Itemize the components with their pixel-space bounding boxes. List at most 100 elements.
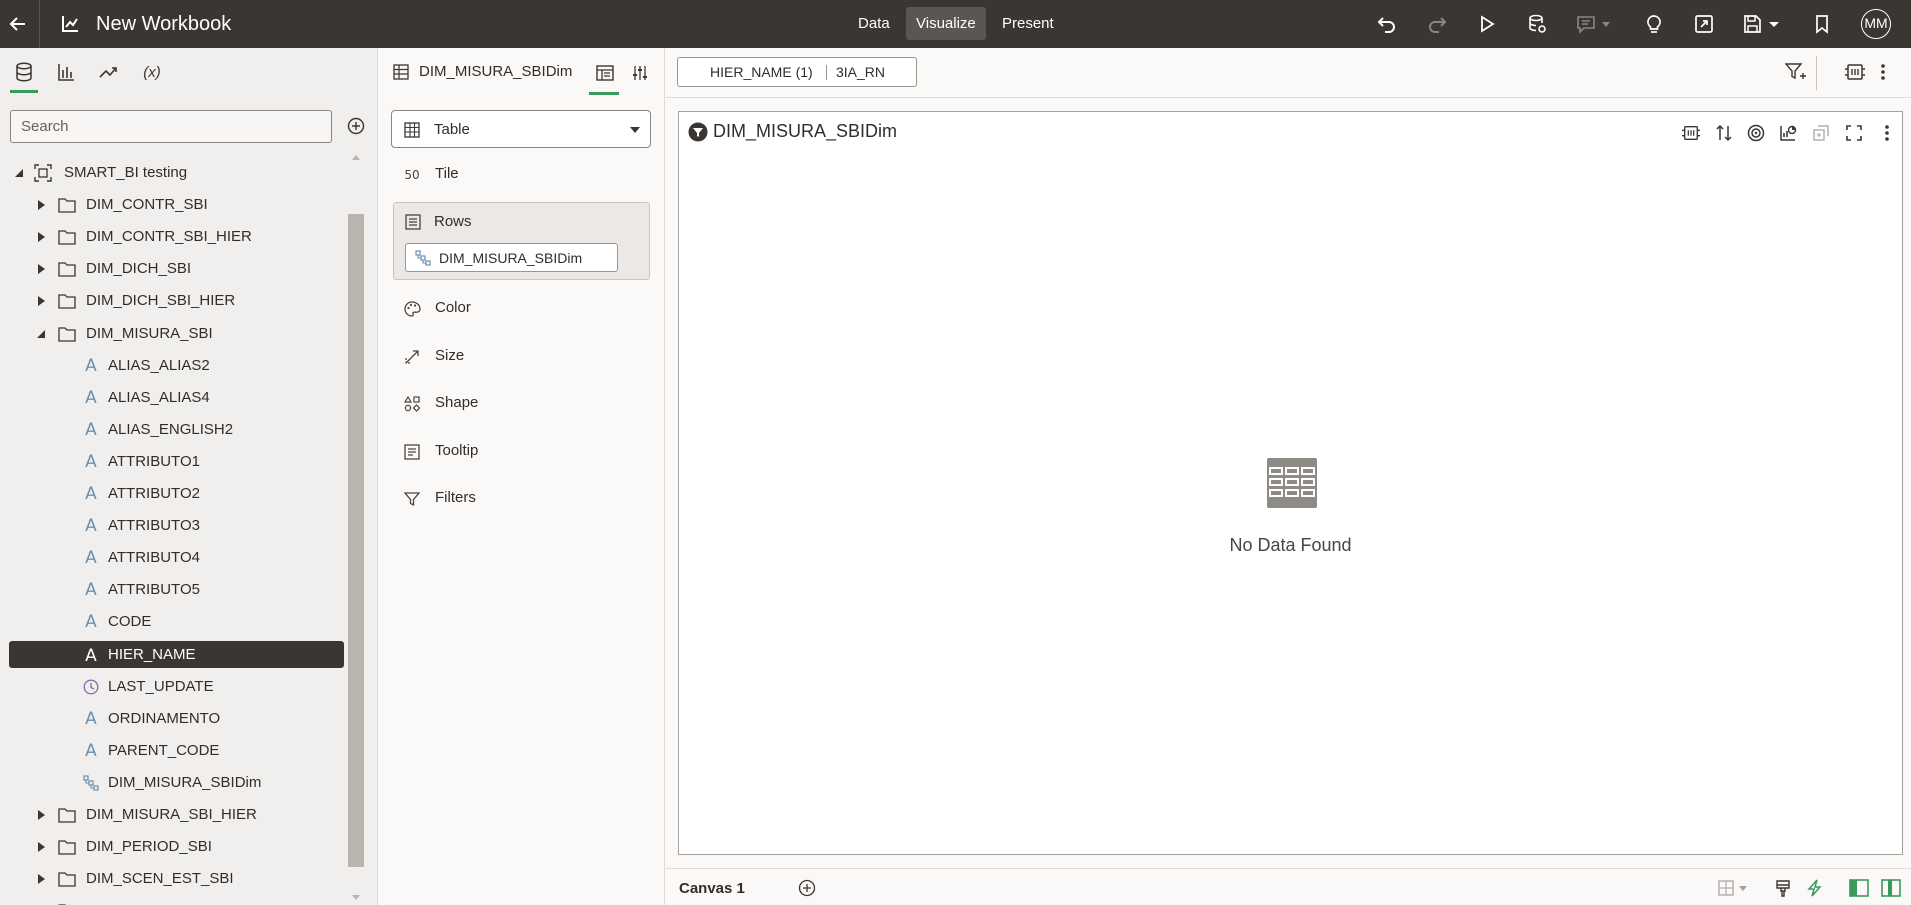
canvas-properties-icon bbox=[1845, 64, 1865, 80]
redo-button[interactable] bbox=[1423, 10, 1451, 38]
tree-item[interactable]: A ALIAS_ALIAS2 bbox=[0, 351, 346, 381]
calculations-tab[interactable]: (x) bbox=[137, 58, 167, 86]
visualization-type-select[interactable]: Table bbox=[391, 110, 651, 148]
expand-right-icon[interactable] bbox=[36, 200, 46, 210]
tree-scrollbar[interactable] bbox=[348, 214, 364, 867]
bookmark-button[interactable] bbox=[1808, 10, 1836, 38]
expand-right-icon[interactable] bbox=[36, 874, 46, 884]
mode-data-tab[interactable]: Data bbox=[848, 7, 900, 40]
grammar-color-drop-target[interactable]: Color bbox=[391, 288, 651, 328]
data-tab[interactable] bbox=[9, 58, 39, 86]
tree-item-label: DIM_DICH_SBI_HIER bbox=[86, 292, 236, 309]
tree-folder-item[interactable]: DIM_CONTR_SBI_HIER bbox=[0, 222, 346, 252]
brushing-button[interactable] bbox=[1774, 879, 1792, 897]
tree-item[interactable]: A HIER_NAME bbox=[9, 641, 344, 668]
tree-folder-item[interactable]: DIM_DICH_SBI_HIER bbox=[0, 286, 346, 316]
scroll-down-arrow-icon[interactable] bbox=[350, 893, 362, 903]
viz-more-button[interactable] bbox=[1876, 122, 1898, 144]
grammar-tile-drop-target[interactable]: 50 Tile bbox=[391, 154, 651, 194]
grammar-tooltip-drop-target[interactable]: Tooltip bbox=[391, 431, 651, 471]
expand-right-icon[interactable] bbox=[36, 842, 46, 852]
visualization-container[interactable]: DIM_MISURA_SBIDim No Data Found bbox=[678, 111, 1903, 855]
sort-button[interactable] bbox=[1713, 122, 1735, 144]
expand-right-icon[interactable] bbox=[36, 296, 46, 306]
search-input[interactable] bbox=[10, 110, 332, 143]
tree-item[interactable]: A ALIAS_ALIAS4 bbox=[0, 383, 346, 413]
canvas-properties-button[interactable] bbox=[1844, 62, 1866, 82]
tree-item[interactable]: A ATTRIBUTO1 bbox=[0, 447, 346, 477]
visualizations-tab[interactable] bbox=[51, 58, 81, 86]
mode-visualize-tab[interactable]: Visualize bbox=[906, 7, 986, 40]
scroll-up-arrow-icon[interactable] bbox=[350, 152, 362, 162]
grammar-size-drop-target[interactable]: Size bbox=[391, 336, 651, 376]
canvas-more-button[interactable] bbox=[1880, 62, 1886, 82]
filter-options-button[interactable] bbox=[1785, 62, 1807, 82]
maximize-button[interactable] bbox=[1843, 122, 1865, 144]
preview-button[interactable] bbox=[1473, 10, 1501, 38]
table-icon bbox=[404, 122, 420, 138]
workbook-title[interactable]: New Workbook bbox=[96, 12, 231, 36]
attribute-icon: A bbox=[85, 484, 97, 504]
toggle-grammar-panel-button[interactable] bbox=[1881, 879, 1901, 897]
tree-item[interactable]: A ORDINAMENTO bbox=[0, 704, 346, 734]
canvas-tab[interactable]: Canvas 1 bbox=[679, 880, 745, 898]
expand-down-icon[interactable] bbox=[14, 168, 24, 178]
auto-apply-button[interactable] bbox=[1806, 879, 1824, 897]
toggle-data-panel-button[interactable] bbox=[1849, 879, 1869, 897]
analytics-tab[interactable] bbox=[93, 58, 123, 86]
tree-item[interactable]: A CODE bbox=[0, 607, 346, 637]
add-canvas-button[interactable] bbox=[798, 879, 816, 897]
expand-right-icon[interactable] bbox=[36, 810, 46, 820]
properties-tab[interactable] bbox=[627, 60, 653, 86]
grammar-rows-drop-target[interactable]: Rows DIM_MISURA_SBIDim bbox=[393, 202, 650, 280]
canvas-layout-button[interactable] bbox=[1718, 879, 1750, 897]
tree-item[interactable]: DIM_MISURA_SBIDim bbox=[0, 768, 346, 798]
duplicate-button[interactable] bbox=[1810, 122, 1832, 144]
grammar-label: Filters bbox=[435, 489, 476, 506]
mode-label: Present bbox=[1002, 15, 1054, 32]
export-button[interactable] bbox=[1690, 10, 1718, 38]
attribute-icon: A bbox=[85, 356, 97, 376]
tree-item[interactable]: A ATTRIBUTO5 bbox=[0, 575, 346, 605]
mode-present-tab[interactable]: Present bbox=[992, 7, 1064, 40]
grammar-tab[interactable] bbox=[592, 60, 618, 86]
back-button[interactable] bbox=[4, 10, 32, 38]
tree-item[interactable]: A ATTRIBUTO4 bbox=[0, 543, 346, 573]
expand-down-icon[interactable] bbox=[36, 329, 46, 339]
tree-item[interactable]: A ATTRIBUTO3 bbox=[0, 511, 346, 541]
tree-item[interactable]: LAST_UPDATE bbox=[0, 672, 346, 702]
refresh-data-button[interactable] bbox=[1523, 10, 1551, 38]
tree-folder-item[interactable]: DIM_DICH_SBI bbox=[0, 254, 346, 284]
save-button[interactable] bbox=[1740, 10, 1784, 38]
tree-folder-item[interactable]: SMART_BI testing bbox=[0, 158, 346, 188]
rows-data-pill[interactable]: DIM_MISURA_SBIDim bbox=[405, 243, 618, 272]
tree-item-label: ATTRIBUTO4 bbox=[108, 549, 200, 566]
tree-folder-item[interactable]: DIM_MISURA_SBI_HIER bbox=[0, 800, 346, 830]
tree-folder-item[interactable]: DIM_PERIOD_SBI bbox=[0, 832, 346, 862]
tree-item[interactable]: A PARENT_CODE bbox=[0, 736, 346, 766]
grammar-filters-drop-target[interactable]: Filters bbox=[391, 478, 651, 518]
undo-button[interactable] bbox=[1373, 10, 1401, 38]
tree-item[interactable]: A ALIAS_ENGLISH2 bbox=[0, 415, 346, 445]
tree-folder-item[interactable]: DIM_SCEN_EST_SBI bbox=[0, 864, 346, 894]
add-data-button[interactable] bbox=[344, 114, 368, 138]
tree-item[interactable]: A ATTRIBUTO2 bbox=[0, 479, 346, 509]
tree-folder-item[interactable]: DIM_CONTR_SBI bbox=[0, 190, 346, 220]
tree-folder-item[interactable]: DIM_MISURA_SBI bbox=[0, 319, 346, 349]
comments-button[interactable] bbox=[1572, 10, 1616, 38]
filter-pill[interactable]: HIER_NAME (1) 3IA_RN bbox=[677, 57, 917, 87]
viz-properties-button[interactable] bbox=[1680, 122, 1702, 144]
expand-right-icon[interactable] bbox=[36, 264, 46, 274]
expand-right-icon[interactable] bbox=[36, 232, 46, 242]
tree-item-label: DIM_MISURA_SBI bbox=[86, 325, 213, 342]
grammar-shape-drop-target[interactable]: Shape bbox=[391, 383, 651, 423]
tree-item-label: PARENT_CODE bbox=[108, 742, 220, 759]
insights-button[interactable] bbox=[1640, 10, 1668, 38]
tree-item-label: ATTRIBUTO2 bbox=[108, 485, 200, 502]
chart-type-button[interactable] bbox=[1777, 122, 1799, 144]
visualization-title[interactable]: DIM_MISURA_SBIDim bbox=[713, 120, 897, 142]
explain-button[interactable] bbox=[1745, 122, 1767, 144]
user-avatar[interactable]: MM bbox=[1861, 9, 1891, 39]
tree-folder-item[interactable]: FACT_SBI bbox=[0, 896, 346, 905]
redo-icon bbox=[1429, 17, 1447, 33]
